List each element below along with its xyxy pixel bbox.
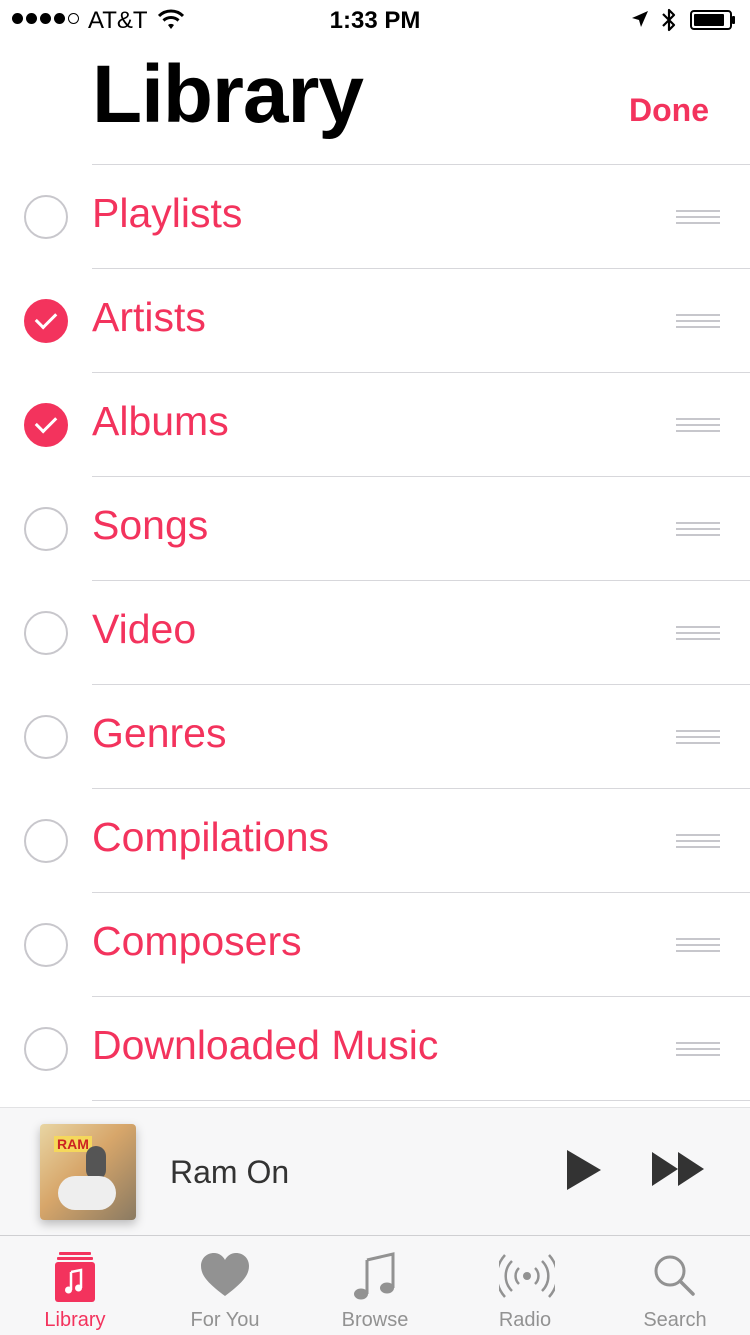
checkmark-unselected-icon[interactable]: [24, 611, 68, 655]
tab-label: For You: [190, 1309, 260, 1331]
checkmark-unselected-icon[interactable]: [24, 1027, 68, 1071]
tab-label: Radio: [498, 1309, 552, 1331]
location-arrow-icon: [630, 9, 650, 34]
search-icon: [649, 1250, 701, 1302]
play-button[interactable]: [567, 1150, 601, 1190]
library-item-label: Artists: [92, 294, 206, 340]
music-note-icon: [349, 1250, 401, 1302]
library-item-row[interactable]: Albums: [0, 372, 750, 476]
library-item-label: Songs: [92, 502, 209, 548]
library-item-row[interactable]: Compilations: [0, 788, 750, 892]
library-category-list: Playlists Artists Albums Songs Video Genres Co…: [0, 164, 750, 1101]
reorder-handle-icon[interactable]: [676, 314, 720, 329]
status-bar: AT&T 1:33 PM: [0, 0, 750, 40]
heart-icon: [199, 1250, 251, 1302]
library-item-label: Albums: [92, 398, 229, 444]
tab-radio[interactable]: Radio: [450, 1236, 600, 1335]
checkmark-unselected-icon[interactable]: [24, 195, 68, 239]
tab-for-you[interactable]: For You: [150, 1236, 300, 1335]
checkmark-selected-icon[interactable]: [24, 403, 68, 447]
library-item-row[interactable]: Video: [0, 580, 750, 684]
done-button[interactable]: Done: [629, 92, 709, 129]
library-item-row[interactable]: Downloaded Music: [0, 996, 750, 1101]
reorder-handle-icon[interactable]: [676, 938, 720, 953]
fast-forward-button[interactable]: [652, 1152, 704, 1186]
album-art-text: RAM: [54, 1136, 92, 1152]
library-item-label: Genres: [92, 710, 227, 756]
reorder-handle-icon[interactable]: [676, 418, 720, 433]
tab-bar: Library For You Browse Radio Search: [0, 1235, 750, 1335]
reorder-handle-icon[interactable]: [676, 834, 720, 849]
library-item-label: Playlists: [92, 190, 243, 236]
reorder-handle-icon[interactable]: [676, 730, 720, 745]
checkmark-unselected-icon[interactable]: [24, 507, 68, 551]
tab-label: Search: [643, 1309, 707, 1331]
tab-label: Browse: [341, 1309, 409, 1331]
mini-player[interactable]: RAM Ram On: [0, 1107, 750, 1235]
checkmark-selected-icon[interactable]: [24, 299, 68, 343]
library-item-row[interactable]: Composers: [0, 892, 750, 996]
tab-browse[interactable]: Browse: [300, 1236, 450, 1335]
library-item-row[interactable]: Genres: [0, 684, 750, 788]
bluetooth-icon: [660, 7, 678, 38]
tab-search[interactable]: Search: [600, 1236, 750, 1335]
radio-icon: [495, 1250, 559, 1302]
library-item-row[interactable]: Playlists: [0, 164, 750, 268]
battery-icon: [690, 10, 735, 30]
checkmark-unselected-icon[interactable]: [24, 819, 68, 863]
reorder-handle-icon[interactable]: [676, 1042, 720, 1057]
now-playing-title: Ram On: [170, 1154, 290, 1190]
library-item-row[interactable]: Songs: [0, 476, 750, 580]
checkmark-unselected-icon[interactable]: [24, 923, 68, 967]
reorder-handle-icon[interactable]: [676, 626, 720, 641]
library-item-label: Downloaded Music: [92, 1022, 439, 1068]
library-item-label: Composers: [92, 918, 302, 964]
reorder-handle-icon[interactable]: [676, 522, 720, 537]
tab-library[interactable]: Library: [0, 1236, 150, 1335]
tab-label: Library: [44, 1309, 106, 1331]
library-item-label: Compilations: [92, 814, 329, 860]
reorder-handle-icon[interactable]: [676, 210, 720, 225]
album-artwork: RAM: [40, 1124, 136, 1220]
page-title: Library: [92, 49, 364, 140]
library-item-label: Video: [92, 606, 197, 652]
checkmark-unselected-icon[interactable]: [24, 715, 68, 759]
library-icon: [49, 1250, 101, 1302]
library-item-row[interactable]: Artists: [0, 268, 750, 372]
